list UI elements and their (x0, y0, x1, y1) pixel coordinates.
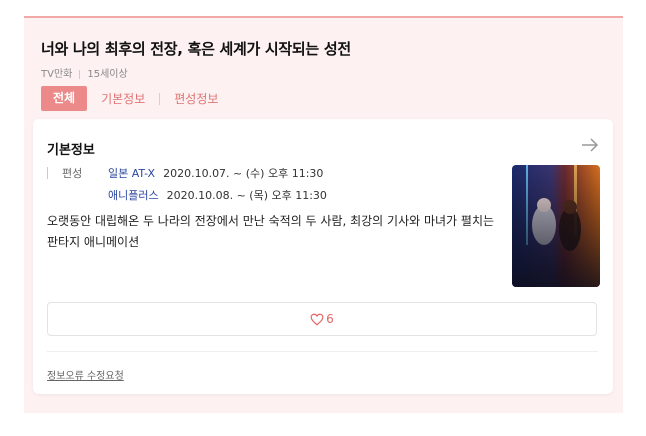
poster-image[interactable] (512, 165, 600, 287)
tab-all[interactable]: 전체 (41, 86, 88, 111)
meta-info: TV만화 15세이상 (41, 65, 128, 80)
heart-icon (310, 313, 324, 326)
like-button[interactable]: 6 (47, 302, 597, 336)
description: 오랫동안 대립해온 두 나라의 전장에서 만난 숙적의 두 사람, 최강의 기사… (47, 214, 495, 249)
tab-basic-info[interactable]: 기본정보 (87, 90, 159, 107)
info-panel: 너와 나의 최후의 전장, 혹은 세계가 시작되는 성전 TV만화 15세이상 전… (24, 16, 623, 413)
schedule-time: 2020.10.07. ~ (수) 오후 11:30 (163, 167, 324, 180)
tab-schedule[interactable]: 편성정보 (160, 90, 232, 107)
rating-text: 15세이상 (87, 69, 128, 80)
arrow-right-icon[interactable] (580, 135, 600, 155)
schedule-bar (47, 167, 48, 179)
schedule-label-group: 편성 (47, 165, 82, 181)
basic-info-card: 기본정보 편성 일본 AT-X 2020.10.07. ~ (수) 오후 11:3… (33, 119, 613, 394)
category-text: TV만화 (41, 69, 73, 80)
schedule-row: 일본 AT-X 2020.10.07. ~ (수) 오후 11:30 (108, 165, 323, 181)
tab-bar: 전체 기본정보 편성정보 (41, 86, 232, 111)
schedule-time: 2020.10.08. ~ (목) 오후 11:30 (166, 189, 327, 202)
meta-divider (79, 69, 81, 79)
schedule-label: 편성 (62, 167, 83, 180)
card-heading: 기본정보 (47, 143, 95, 158)
channel-link[interactable]: 일본 AT-X (108, 167, 155, 180)
divider (47, 351, 598, 352)
like-count: 6 (326, 312, 334, 326)
channel-link[interactable]: 애니플러스 (108, 189, 159, 202)
report-error-link[interactable]: 정보오류 수정요청 (47, 367, 124, 382)
page-title: 너와 나의 최후의 전장, 혹은 세계가 시작되는 성전 (41, 40, 351, 58)
schedule-row: 애니플러스 2020.10.08. ~ (목) 오후 11:30 (108, 187, 327, 203)
